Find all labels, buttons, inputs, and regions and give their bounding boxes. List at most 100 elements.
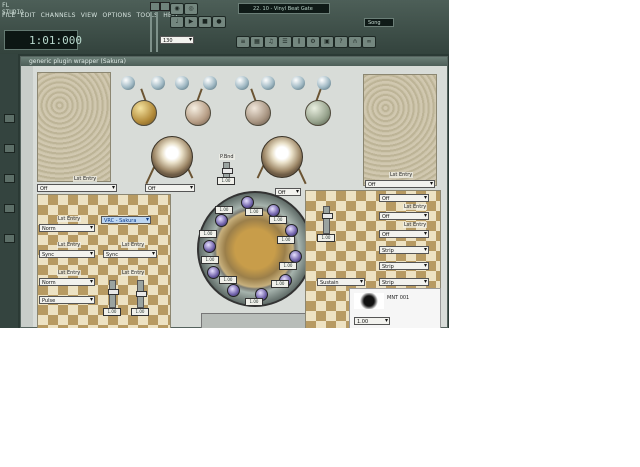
stop-icon: ■ bbox=[202, 18, 208, 25]
pattern-selector[interactable]: Song bbox=[364, 18, 394, 27]
wheel-value-7: 1.00 bbox=[219, 276, 237, 284]
close-button[interactable] bbox=[160, 2, 170, 11]
browser-icon: ☰ bbox=[282, 38, 288, 45]
pianoroll-icon: ♫ bbox=[268, 38, 274, 45]
wheel-value-2: 1.00 bbox=[269, 216, 287, 224]
mid-right-select[interactable]: Off bbox=[275, 188, 301, 196]
left-select-5[interactable]: Pulse bbox=[39, 296, 95, 304]
mod-ball-7[interactable] bbox=[291, 76, 305, 90]
plugin-title-bar[interactable]: generic plugin wrapper (Sakura) bbox=[21, 57, 447, 66]
sidebar-button-5[interactable] bbox=[4, 234, 15, 243]
right-select-3[interactable]: Off bbox=[379, 230, 429, 238]
sidebar-button-4[interactable] bbox=[4, 204, 15, 213]
mixer-button[interactable]: ⫼ bbox=[292, 36, 306, 48]
pitch-fader[interactable] bbox=[222, 162, 233, 178]
right-select-6[interactable]: Strip bbox=[379, 278, 429, 286]
left-select-4[interactable]: Norm bbox=[39, 278, 95, 286]
wheel-value-1: 1.00 bbox=[245, 208, 263, 216]
right-fader[interactable] bbox=[322, 206, 333, 234]
tempo-display[interactable]: 130 bbox=[160, 36, 194, 44]
mod-ball-4[interactable] bbox=[203, 76, 217, 90]
texture-panel-left bbox=[37, 72, 111, 182]
right-lst-entry-1: Lst Entry bbox=[403, 204, 428, 210]
piano-roll-button[interactable]: ♫ bbox=[264, 36, 278, 48]
sidebar-button-3[interactable] bbox=[4, 174, 15, 183]
mod-ball-6[interactable] bbox=[261, 76, 275, 90]
lst-entry-label-3: Lst Entry bbox=[121, 242, 146, 248]
oscillator-ball-2[interactable] bbox=[185, 100, 211, 126]
right-select-5[interactable]: Strip bbox=[379, 262, 429, 270]
mixer-icon: ⫼ bbox=[297, 38, 301, 45]
stepseq-icon: ▦ bbox=[254, 38, 260, 45]
settings-button[interactable]: ⚙ bbox=[306, 36, 320, 48]
metronome-button[interactable]: ♩ bbox=[170, 16, 184, 28]
left-select-1[interactable]: Norm bbox=[39, 224, 95, 232]
oscillator-ball-1[interactable] bbox=[131, 100, 157, 126]
logo-select[interactable]: 1.00 bbox=[354, 317, 390, 325]
wheel-value-9: 1.00 bbox=[199, 230, 217, 238]
cpu-button[interactable]: ▣ bbox=[320, 36, 334, 48]
wheel-value-4: 1.00 bbox=[279, 262, 297, 270]
tempo-value: 130 bbox=[163, 38, 173, 44]
left-top-select[interactable]: Off bbox=[37, 184, 117, 192]
right-select-4[interactable]: Strip bbox=[379, 246, 429, 254]
sidebar-button-1[interactable] bbox=[4, 114, 15, 123]
left-fader-2-value: 1.00 bbox=[131, 308, 149, 316]
play-button[interactable]: ▶ bbox=[184, 16, 198, 28]
main-toolbar: FL STUDIO FILE EDIT CHANNELS VIEW OPTION… bbox=[0, 0, 449, 54]
link-button[interactable]: ∞ bbox=[362, 36, 376, 48]
wheel-value-3: 1.00 bbox=[277, 236, 295, 244]
right-select-2[interactable]: Off bbox=[379, 212, 429, 220]
mod-ball-3[interactable] bbox=[175, 76, 189, 90]
song-mode-button[interactable]: ◎ bbox=[184, 3, 198, 15]
filter-orb-left[interactable] bbox=[151, 136, 193, 178]
sidebar-button-2[interactable] bbox=[4, 144, 15, 153]
menu-view[interactable]: VIEW bbox=[81, 12, 98, 22]
filter-orb-right[interactable] bbox=[261, 136, 303, 178]
right-top-label: Lst Entry bbox=[389, 172, 414, 178]
wheel-value-6: 1.00 bbox=[245, 298, 263, 306]
mid-select[interactable]: Off bbox=[145, 184, 195, 192]
playlist-button[interactable]: ≡ bbox=[236, 36, 250, 48]
step-seq-button[interactable]: ▦ bbox=[250, 36, 264, 48]
record-button[interactable]: ● bbox=[212, 16, 226, 28]
wheel-knob-7[interactable] bbox=[227, 284, 240, 297]
right-select-1[interactable]: Off bbox=[379, 194, 429, 202]
menu-channels[interactable]: CHANNELS bbox=[41, 12, 76, 22]
left-select-2[interactable]: Sync bbox=[39, 250, 95, 258]
mod-ball-2[interactable] bbox=[151, 76, 165, 90]
wheel-knob-9[interactable] bbox=[203, 240, 216, 253]
oscillator-ball-3[interactable] bbox=[245, 100, 271, 126]
menu-tools[interactable]: TOOLS bbox=[136, 12, 158, 22]
mod-ball-5[interactable] bbox=[235, 76, 249, 90]
record-icon: ● bbox=[216, 18, 222, 25]
mod-ball-1[interactable] bbox=[121, 76, 135, 90]
pitch-value: 1.00 bbox=[217, 177, 235, 185]
snap-button[interactable]: ∩ bbox=[348, 36, 362, 48]
browser-button[interactable]: ☰ bbox=[278, 36, 292, 48]
lst-entry-label-2: Lst Entry bbox=[57, 242, 82, 248]
menu-edit[interactable]: EDIT bbox=[21, 12, 36, 22]
time-readout: 1:01:000 bbox=[29, 34, 82, 47]
minimize-button[interactable] bbox=[150, 2, 160, 11]
right-top-select[interactable]: Off bbox=[365, 180, 435, 188]
left-fader-2[interactable] bbox=[136, 280, 147, 308]
left-select-3[interactable]: Sync bbox=[103, 250, 157, 258]
left-fader-1[interactable] bbox=[108, 280, 119, 308]
oscillator-ball-4[interactable] bbox=[305, 100, 331, 126]
menu-file[interactable]: FILE bbox=[2, 12, 16, 22]
preset-select[interactable]: VRC - Sakura bbox=[101, 216, 151, 224]
right-select-7[interactable]: Sustain bbox=[317, 278, 365, 286]
fl-studio-window: FL STUDIO FILE EDIT CHANNELS VIEW OPTION… bbox=[0, 0, 449, 328]
help-button[interactable]: ? bbox=[334, 36, 348, 48]
master-pitch-slider[interactable] bbox=[156, 12, 158, 52]
menu-bar: FILE EDIT CHANNELS VIEW OPTIONS TOOLS HE… bbox=[2, 12, 180, 22]
lst-entry-label-1: Lst Entry bbox=[57, 216, 82, 222]
menu-options[interactable]: OPTIONS bbox=[103, 12, 132, 22]
master-volume-slider[interactable] bbox=[150, 12, 152, 52]
pattern-mode-button[interactable]: ◉ bbox=[170, 3, 184, 15]
mod-ball-8[interactable] bbox=[317, 76, 331, 90]
wheel-knob-10[interactable] bbox=[215, 214, 228, 227]
pitch-label: P.Bnd bbox=[219, 154, 235, 160]
stop-button[interactable]: ■ bbox=[198, 16, 212, 28]
